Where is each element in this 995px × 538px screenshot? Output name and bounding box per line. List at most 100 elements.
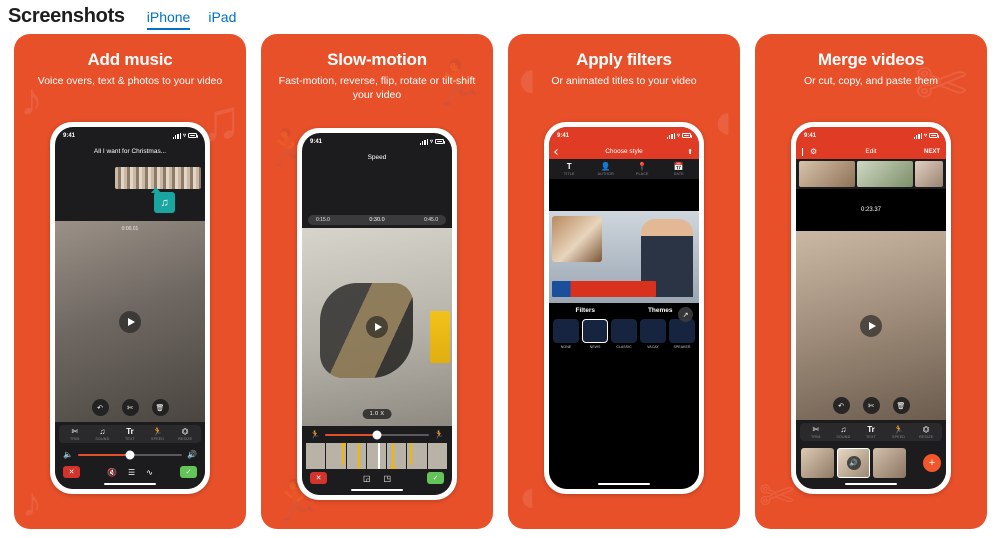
status-icons: ▿ [666,132,692,139]
tab-place[interactable]: 📍 PLACE [629,163,655,177]
play-button[interactable] [860,314,882,337]
keyframe-marker[interactable] [358,443,360,469]
screenshot-card-slow-motion[interactable]: 🏃 🏃 🏃 Slow-motion Fast-motion, reverse, … [261,34,493,529]
gear-icon[interactable]: ⚙ [810,147,817,156]
back-chevron-icon[interactable] [802,148,803,156]
thumbnail-label: NEWS [589,344,601,349]
tool-trim[interactable]: ✄ TRIM [803,426,829,440]
clip-item[interactable] [873,448,906,478]
video-preview[interactable]: 0:00.01 ↶ ✄ 🗑 [55,221,205,422]
expand-icon[interactable]: ↗ [678,307,693,322]
notch [346,133,408,146]
timeline-region[interactable]: ♫ [55,159,205,221]
undo-icon[interactable]: ↶ [832,397,850,414]
time-mark: 0:30.0 [369,217,385,223]
speed-value-pill[interactable]: 1.0 X [362,409,392,419]
speed-slider-row[interactable]: 🏃 🏃 [302,426,452,443]
video-preview[interactable] [549,211,699,303]
tab-ipad[interactable]: iPad [208,9,236,30]
text-icon: Tr [867,425,875,434]
back-chevron-icon[interactable] [554,148,560,155]
timeline-clip[interactable] [857,161,913,187]
tab-title[interactable]: T TITLE [556,163,582,177]
music-note-icon: ♪ [22,481,42,525]
phone-screen: 9:41 ▿ All I want for Christmas... ♫ 0:0… [55,127,205,489]
timeline-clip[interactable] [915,161,943,187]
slider-knob[interactable] [372,430,382,439]
phone-screen: 9:41 ▿ Speed 0:15.0 0:30.0 0:45.0 1.0 X … [302,133,452,495]
mute-icon[interactable]: 🔇 [107,468,117,477]
speed-pill-wrap: 1.0 X [362,402,392,420]
screenshot-card-apply-filters[interactable]: ◖ ◖ ◖ Apply filters Or animated titles t… [508,34,740,529]
speed-slider[interactable] [324,430,430,439]
trash-icon[interactable]: 🗑 [151,399,169,416]
split-right-icon[interactable]: ◳ [384,474,392,483]
cancel-button[interactable]: ✕ [63,466,80,478]
tool-speed[interactable]: 🏃 SPEED [886,426,912,440]
clip-timeline[interactable] [796,159,946,189]
add-clip-button[interactable]: + [923,454,941,472]
cancel-button[interactable]: ✕ [310,472,327,484]
playhead[interactable] [378,443,380,469]
scissors-icon[interactable]: ✄ [862,397,880,414]
tool-speed[interactable]: 🏃 SPEED [145,428,171,442]
screenshot-card-merge-videos[interactable]: ✄ ✄ Merge videos Or cut, copy, and paste… [755,34,987,529]
timeline-scale[interactable]: 0:15.0 0:30.0 0:45.0 [308,215,446,225]
play-button[interactable] [119,310,141,333]
filter-thumb-none[interactable]: NONE [553,319,579,349]
tool-text[interactable]: Tr TEXT [858,425,884,440]
confirm-button[interactable]: ✓ [427,472,444,484]
tool-sound[interactable]: ♫ SOUND [830,426,856,440]
tool-sound[interactable]: ♫ SOUND [89,428,115,442]
video-preview[interactable]: ↶ ✄ 🗑 [796,231,946,420]
tool-resize[interactable]: ⏣ RESIZE [913,426,939,440]
waveform-icon[interactable]: ☰ [128,468,135,477]
tool-resize[interactable]: ⏣ RESIZE [172,428,198,442]
keyframe-marker[interactable] [340,443,346,465]
tool-trim[interactable]: ✄ TRIM [62,428,88,442]
video-preview[interactable]: 1.0 X [302,228,452,426]
tab-date[interactable]: 📅 DATE [666,163,692,177]
text-icon: Tr [126,427,134,436]
clip-thumbnail[interactable] [115,167,201,189]
share-icon[interactable]: ⬆ [687,148,693,156]
music-badge[interactable]: ♫ [154,192,175,213]
keyframe-marker[interactable] [410,443,412,465]
trash-icon[interactable]: 🗑 [892,397,910,414]
bubbles-icon: ◖ [707,93,738,149]
keyframe-marker[interactable] [390,443,396,469]
style-tabs: T TITLE 👤 AUTHOR 📍 PLACE 📅 DATE [549,159,699,179]
next-button[interactable]: NEXT [924,149,940,155]
notch [99,127,161,140]
page-header: Screenshots iPhone iPad [0,0,995,34]
scissors-icon[interactable]: ✄ [121,399,139,416]
filmstrip[interactable] [306,443,448,469]
filter-thumb-speaker[interactable]: SPEAKER [669,319,695,349]
filter-thumb-classic[interactable]: CLASSIC [611,319,637,349]
tool-text[interactable]: Tr TEXT [117,427,143,442]
timeline-region[interactable] [302,165,452,215]
screenshot-card-add-music[interactable]: ♪ ♫ ♪ Add music Voice overs, text & phot… [14,34,246,529]
filter-thumb-vacay[interactable]: VACAY [640,319,666,349]
split-left-icon[interactable]: ◲ [363,474,371,483]
tab-iphone[interactable]: iPhone [146,9,191,30]
slider-knob[interactable] [125,450,135,459]
tool-label: SPEED [150,437,165,441]
confirm-button[interactable]: ✓ [180,466,197,478]
volume-icon[interactable]: 🔊 [846,456,861,470]
card-title: Slow-motion [327,50,427,69]
clip-item[interactable] [801,448,834,478]
undo-icon[interactable]: ↶ [91,399,109,416]
volume-slider[interactable] [77,450,183,459]
tab-author[interactable]: 👤 AUTHOR [593,163,619,177]
timeline-clip[interactable] [799,161,855,187]
card-subtitle: Fast-motion, reverse, flip, rotate or ti… [278,75,476,102]
play-button[interactable] [366,316,388,338]
nav-title: Edit [865,148,877,155]
volume-slider-row[interactable]: 🔈 🔊 [55,446,205,463]
card-caption: Apply filters Or animated titles to your… [508,34,740,88]
clip-item-selected[interactable]: 🔊 [837,448,870,478]
filter-thumb-news[interactable]: NEWS [582,319,608,349]
nav-title: Speed [367,154,387,161]
fade-icon[interactable]: ∿ [146,468,153,477]
